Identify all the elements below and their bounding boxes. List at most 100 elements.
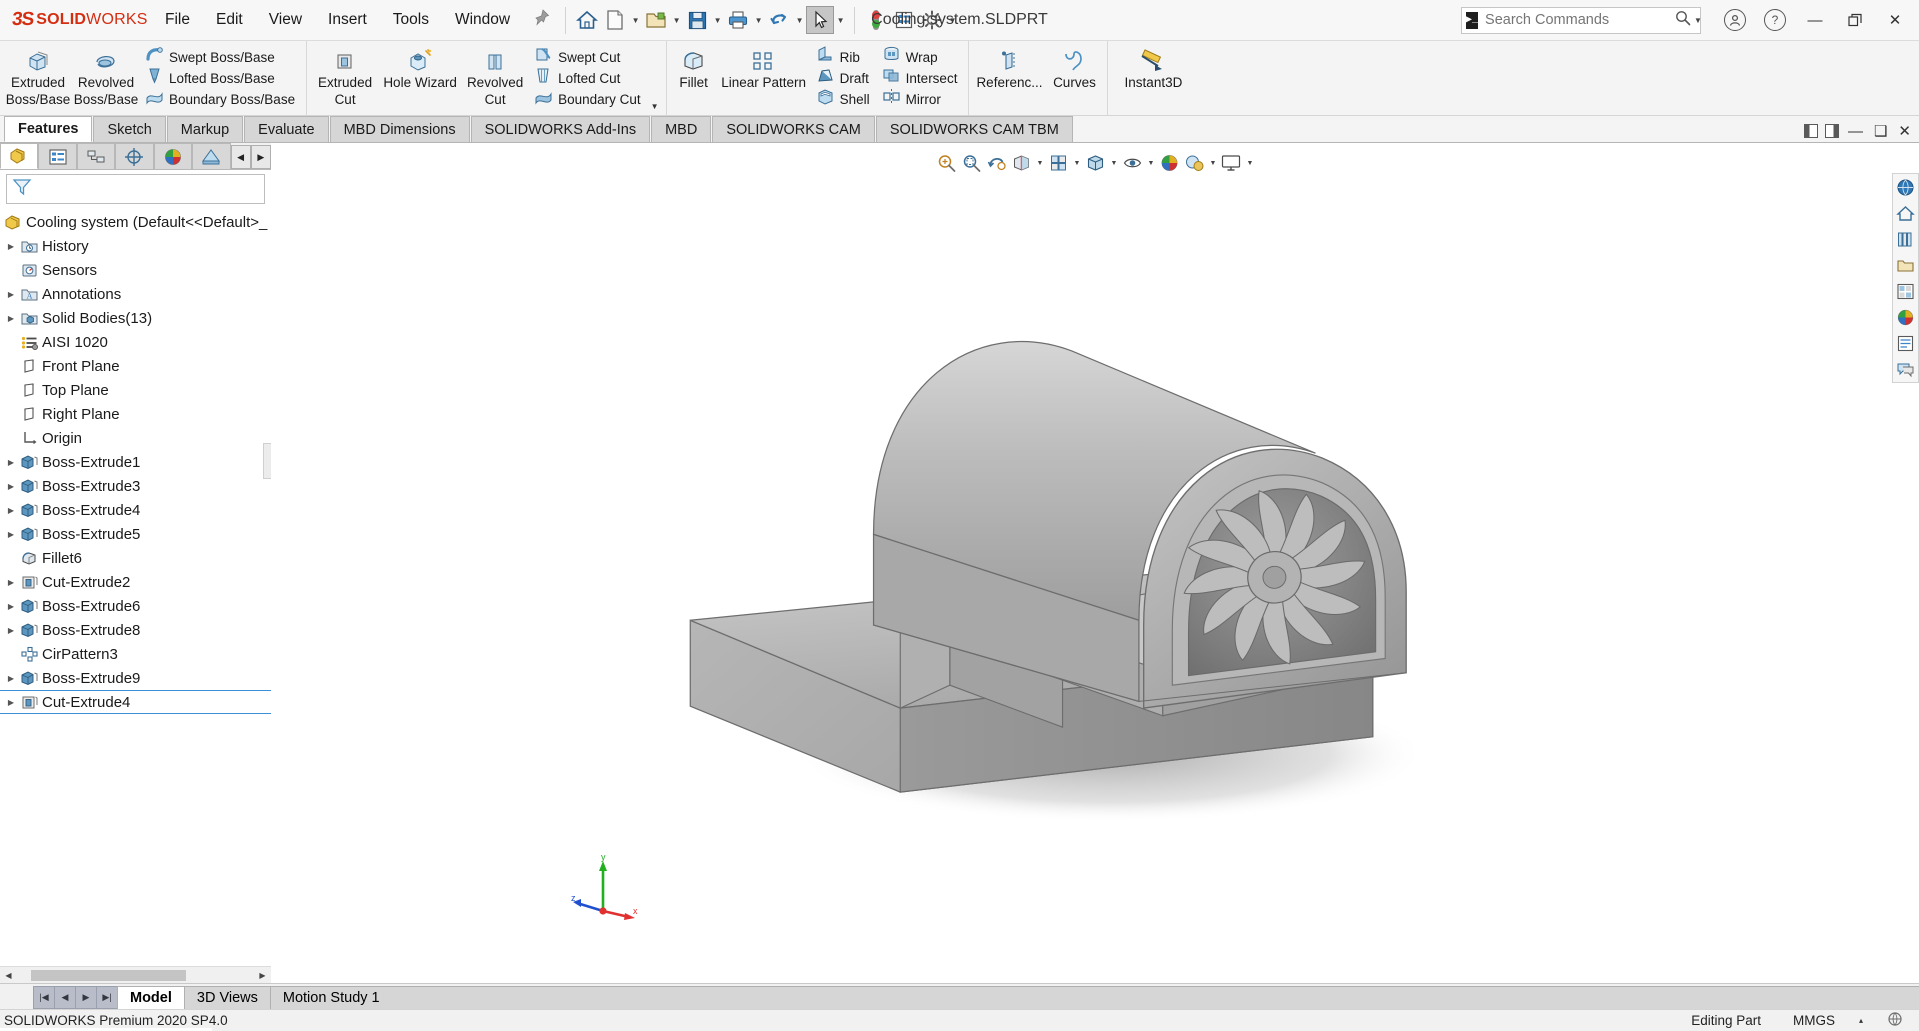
home-icon[interactable]	[573, 6, 601, 34]
linear-pattern-button[interactable]: Linear Pattern	[717, 41, 811, 115]
previous-view-icon[interactable]	[985, 151, 1009, 175]
lofted-boss-base-button[interactable]: Lofted Boss/Base	[142, 68, 300, 89]
cut-more-caret[interactable]: ▼	[648, 102, 662, 111]
undo-caret[interactable]: ▼	[793, 6, 806, 34]
expand-chevron-icon[interactable]: ▶	[4, 314, 18, 323]
bottom-tab-3d-views[interactable]: 3D Views	[183, 986, 271, 1009]
expand-chevron-icon[interactable]: ▶	[4, 674, 18, 683]
revolved-cut-button[interactable]: Revolved Cut	[461, 41, 529, 115]
hide-show-caret[interactable]: ▼	[1146, 151, 1157, 175]
first-record-icon[interactable]: |◀	[33, 986, 55, 1009]
tree-item-annotations[interactable]: ▶ A Annotations	[0, 282, 271, 306]
custom-properties-icon[interactable]	[1893, 330, 1918, 356]
tree-item-boss-extrude4[interactable]: ▶ Boss-Extrude4	[0, 498, 271, 522]
boundary-cut-button[interactable]: Boundary Cut	[531, 89, 646, 110]
tree-item-material[interactable]: AISI 1020	[0, 330, 271, 354]
mirror-button[interactable]: Mirror	[879, 89, 963, 110]
tab-mbd-dimensions[interactable]: MBD Dimensions	[329, 116, 470, 142]
curves-button[interactable]: Curves	[1045, 41, 1103, 115]
expand-chevron-icon[interactable]: ▶	[4, 458, 18, 467]
search-input[interactable]	[1485, 12, 1673, 28]
view-orientation-icon[interactable]	[1047, 151, 1071, 175]
fillet-button[interactable]: Fillet	[671, 41, 717, 115]
tree-item-cut-extrude2[interactable]: ▶ Cut-Extrude2	[0, 570, 271, 594]
tree-item-boss-extrude3[interactable]: ▶ Boss-Extrude3	[0, 474, 271, 498]
unit-system-icon[interactable]	[1871, 1011, 1919, 1030]
panel-resize-grip[interactable]	[263, 443, 271, 479]
restore-icon[interactable]	[1835, 5, 1875, 35]
tree-item-cirpattern3[interactable]: CirPattern3	[0, 642, 271, 666]
tab-evaluate[interactable]: Evaluate	[244, 116, 329, 142]
revolved-boss-base-button[interactable]: Revolved Boss/Base	[72, 41, 140, 115]
tab-markup[interactable]: Markup	[166, 116, 244, 142]
document-minimize-icon[interactable]: —	[1846, 123, 1865, 140]
draft-button[interactable]: Draft	[813, 68, 875, 89]
close-icon[interactable]: ✕	[1875, 5, 1915, 35]
pushpin-icon[interactable]	[533, 9, 550, 31]
rebuild-traffic-light-icon[interactable]	[862, 6, 890, 34]
tree-item-top-plane[interactable]: Top Plane	[0, 378, 271, 402]
expand-chevron-icon[interactable]: ▶	[4, 626, 18, 635]
tree-item-boss-extrude5[interactable]: ▶ Boss-Extrude5	[0, 522, 271, 546]
tab-solidworks-cam[interactable]: SOLIDWORKS CAM	[712, 116, 875, 142]
extruded-boss-base-button[interactable]: Extruded Boss/Base	[4, 41, 72, 115]
menu-tools[interactable]: Tools	[380, 5, 442, 35]
select-caret[interactable]: ▼	[834, 6, 847, 34]
lofted-cut-button[interactable]: Lofted Cut	[531, 68, 646, 89]
scroll-right-icon[interactable]: ▶	[254, 967, 271, 984]
swept-cut-button[interactable]: Swept Cut	[531, 47, 646, 68]
select-arrow-icon[interactable]	[806, 6, 835, 34]
intersect-button[interactable]: Intersect	[879, 68, 963, 89]
rib-button[interactable]: Rib	[813, 46, 875, 68]
new-document-caret[interactable]: ▼	[629, 6, 642, 34]
menu-insert[interactable]: Insert	[315, 5, 380, 35]
tab-mbd[interactable]: MBD	[651, 116, 712, 142]
next-record-icon[interactable]: ▶	[75, 986, 97, 1009]
wrap-button[interactable]: Wrap	[879, 46, 963, 68]
menu-file[interactable]: File	[152, 5, 203, 35]
display-manager-tab[interactable]	[153, 143, 193, 169]
tree-item-right-plane[interactable]: Right Plane	[0, 402, 271, 426]
extruded-cut-button[interactable]: Extruded Cut	[311, 41, 379, 115]
options-caret[interactable]: ▼	[946, 6, 959, 34]
display-style-icon[interactable]	[1084, 151, 1108, 175]
open-folder-icon[interactable]	[642, 6, 670, 34]
scrollbar-thumb[interactable]	[31, 969, 186, 981]
status-unit-system[interactable]: MMGS	[1777, 1013, 1851, 1028]
previous-record-icon[interactable]: ◀	[54, 986, 76, 1009]
feature-tree-horizontal-scrollbar[interactable]: ◀ ▶	[0, 966, 271, 983]
home-resources-icon[interactable]	[1893, 200, 1918, 226]
expand-chevron-icon[interactable]: ▶	[4, 482, 18, 491]
tree-item-fillet6[interactable]: Fillet6	[0, 546, 271, 570]
tree-item-boss-extrude9[interactable]: ▶ Boss-Extrude9	[0, 666, 271, 690]
tree-item-history[interactable]: ▶ History	[0, 234, 271, 258]
menu-window[interactable]: Window	[442, 5, 523, 35]
cam-feature-tree-tab[interactable]	[192, 143, 231, 169]
feature-tree-filter[interactable]	[6, 174, 265, 204]
featuremanager-design-tree-tab[interactable]	[0, 143, 39, 169]
property-manager-tab[interactable]	[38, 143, 77, 169]
print-icon[interactable]	[724, 6, 752, 34]
view-settings-icon[interactable]	[1220, 151, 1244, 175]
expand-chevron-icon[interactable]: ▶	[4, 602, 18, 611]
design-library-icon[interactable]	[1893, 226, 1918, 252]
display-style-caret[interactable]: ▼	[1109, 151, 1120, 175]
view-orientation-caret[interactable]: ▼	[1072, 151, 1083, 175]
tab-solidworks-add-ins[interactable]: SOLIDWORKS Add-Ins	[470, 116, 651, 142]
expand-chevron-icon[interactable]: ▶	[4, 530, 18, 539]
shell-button[interactable]: Shell	[813, 89, 875, 110]
feature-manager-scroll-left[interactable]: ◀	[230, 145, 251, 169]
view-settings-caret[interactable]: ▼	[1245, 151, 1256, 175]
bottom-tab-model[interactable]: Model	[117, 986, 185, 1009]
hole-wizard-button[interactable]: Hole Wizard	[379, 41, 461, 115]
menu-view[interactable]: View	[256, 5, 315, 35]
expand-chevron-icon[interactable]: ▶	[4, 242, 18, 251]
swept-boss-base-button[interactable]: Swept Boss/Base	[142, 47, 300, 68]
new-document-icon[interactable]	[601, 6, 629, 34]
pin-panel-right-icon[interactable]	[1824, 124, 1839, 138]
apply-scene-caret[interactable]: ▼	[1208, 151, 1219, 175]
tree-item-boss-extrude6[interactable]: ▶ Boss-Extrude6	[0, 594, 271, 618]
appearances-scenes-icon[interactable]	[1893, 304, 1918, 330]
tree-item-origin[interactable]: Origin	[0, 426, 271, 450]
apply-scene-icon[interactable]	[1183, 151, 1207, 175]
